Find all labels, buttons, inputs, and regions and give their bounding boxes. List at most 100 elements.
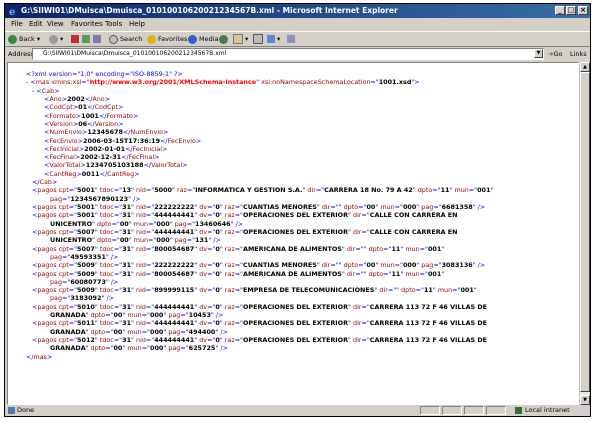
xml-token: nid bbox=[133, 211, 146, 220]
xml-line: <pagos cpt="5001" tdoc="31" nid="2222222… bbox=[8, 203, 568, 211]
edit-button[interactable]: ▾ bbox=[267, 34, 280, 45]
scroll-thumb[interactable] bbox=[580, 72, 590, 392]
xml-token: =" bbox=[113, 319, 123, 328]
xml-token: </ bbox=[26, 352, 34, 361]
mail-button[interactable]: ▾ bbox=[233, 34, 248, 45]
xml-token: =" bbox=[432, 186, 441, 195]
xml-token: tdoc bbox=[97, 286, 114, 295]
go-button[interactable]: ➜Go bbox=[548, 49, 562, 59]
xml-token: raz bbox=[222, 269, 235, 278]
xml-token: =" bbox=[145, 336, 155, 344]
xml-token: 444444441 bbox=[154, 227, 195, 236]
links-button[interactable]: Links bbox=[570, 49, 587, 59]
xml-token: cpt bbox=[56, 302, 69, 311]
discuss-button[interactable] bbox=[287, 34, 297, 45]
xml-token: tdoc bbox=[97, 227, 114, 236]
xml-token: CARRERA 113 72 F 46 VILLAS DE bbox=[369, 302, 488, 311]
menu-view[interactable]: View bbox=[47, 18, 64, 31]
xml-token: 625725 bbox=[188, 344, 216, 353]
menu-favorites[interactable]: Favorites bbox=[71, 18, 103, 31]
security-zone: Local intranet bbox=[525, 406, 570, 414]
xml-token: 000 bbox=[402, 203, 417, 211]
xml-token: =" bbox=[81, 78, 90, 87]
xml-token: pagos bbox=[37, 211, 57, 220]
xml-token: " /> bbox=[215, 344, 228, 353]
stop-button[interactable] bbox=[71, 34, 81, 45]
xml-token: 5007 bbox=[77, 227, 95, 236]
xml-token: 1001.xsd bbox=[378, 78, 412, 87]
xml-line: </Cab> bbox=[8, 178, 568, 186]
xml-token: dir bbox=[350, 336, 362, 344]
xml-token: pagos bbox=[37, 286, 57, 295]
maximize-button[interactable]: □ bbox=[566, 6, 576, 15]
xml-token: 49593351 bbox=[70, 252, 106, 261]
refresh-button[interactable] bbox=[82, 34, 92, 45]
xml-line: <pagos cpt="5009" tdoc="31" nid="8999991… bbox=[8, 286, 568, 294]
back-arrow-icon bbox=[8, 34, 17, 44]
xml-token: > bbox=[162, 144, 168, 153]
favorites-button[interactable]: Favorites bbox=[147, 34, 187, 45]
favorites-star-icon bbox=[147, 34, 156, 44]
search-button[interactable]: Search bbox=[109, 34, 142, 45]
ie-logo-icon: e bbox=[9, 7, 15, 16]
xml-token: > bbox=[163, 128, 169, 137]
minimize-button[interactable]: _ bbox=[555, 6, 565, 15]
xml-token: =" bbox=[361, 227, 370, 236]
xml-token: EMPRESA DE TELECOMUNICACIONES bbox=[243, 286, 375, 295]
history-button[interactable] bbox=[219, 34, 230, 45]
status-text: Done bbox=[17, 406, 35, 414]
xml-line[interactable]: - <mas xmlns:xsi="http://www.w3.org/2001… bbox=[8, 78, 568, 86]
xml-token: =" bbox=[68, 203, 78, 211]
xml-token: mun bbox=[125, 311, 142, 320]
xml-token: =" bbox=[113, 227, 123, 236]
xml-token: 60080773 bbox=[70, 277, 106, 286]
back-button[interactable]: Back ▾ bbox=[8, 34, 40, 45]
menu-tools[interactable]: Tools bbox=[105, 18, 122, 31]
address-input[interactable]: G:\SIIWI01\DMuisca\Dmuisca_0101001062002… bbox=[32, 48, 544, 60]
xml-token: dv bbox=[197, 319, 208, 328]
menu-edit[interactable]: Edit bbox=[29, 18, 43, 31]
home-icon bbox=[93, 35, 101, 43]
xml-line: <NumEnvio>12345678</NumEnvio> bbox=[8, 128, 568, 136]
home-button[interactable] bbox=[93, 34, 103, 45]
xml-token: 5001 bbox=[77, 211, 95, 220]
xml-token: 10453 bbox=[188, 311, 211, 320]
scroll-down-button[interactable]: ▼ bbox=[580, 395, 590, 405]
xml-token: raz bbox=[174, 186, 187, 195]
xml-token: pag bbox=[50, 252, 63, 261]
xml-token: nid bbox=[133, 319, 146, 328]
forward-button[interactable]: ▾ bbox=[49, 34, 63, 45]
print-button[interactable] bbox=[253, 34, 265, 45]
menu-file[interactable]: File bbox=[11, 18, 23, 31]
xml-token: =" bbox=[68, 227, 78, 236]
xml-token: dir bbox=[305, 186, 316, 195]
xml-token: 000 bbox=[150, 327, 164, 336]
xml-token: =" bbox=[234, 261, 243, 270]
close-button[interactable]: × bbox=[578, 6, 588, 15]
xml-token: 5009 bbox=[77, 261, 95, 270]
menu-help[interactable]: Help bbox=[129, 18, 145, 31]
xml-token: raz bbox=[222, 203, 235, 211]
xml-line: <pagos cpt="5007" tdoc="31" nid="4444444… bbox=[8, 228, 568, 236]
xml-token: FecInicial bbox=[49, 144, 79, 153]
address-dropdown-button[interactable]: ▼ bbox=[534, 49, 543, 58]
xml-token: pagos bbox=[37, 186, 57, 195]
scroll-up-button[interactable]: ▲ bbox=[580, 62, 590, 72]
xml-token: =" bbox=[68, 286, 78, 295]
xml-line[interactable]: - <Cab> bbox=[8, 87, 568, 95]
xml-token: =" bbox=[68, 186, 78, 195]
media-button[interactable]: Media bbox=[188, 34, 219, 45]
xml-token: =" bbox=[113, 261, 123, 270]
xml-token: tdoc bbox=[97, 269, 114, 278]
xml-token: 00 bbox=[366, 203, 376, 211]
xml-token: 444444441 bbox=[154, 319, 195, 328]
xml-line: <Version>06</Version> bbox=[8, 120, 568, 128]
xml-line: <pagos cpt="5012" tdoc="31" nid="4444444… bbox=[8, 336, 568, 344]
xml-line: <pagos cpt="5001" tdoc="31" nid="4444444… bbox=[8, 211, 568, 219]
xml-token: FecInicial bbox=[132, 144, 163, 153]
xml-token: 1001 bbox=[81, 111, 99, 120]
xml-token: 001 bbox=[427, 269, 442, 278]
xml-token: <?xml version="1.0" encoding="ISO-8859-1… bbox=[26, 70, 183, 78]
xml-line: <FecFinal>2002-12-31</FecFinal> bbox=[8, 153, 568, 161]
vertical-scrollbar[interactable]: ▲ ▼ bbox=[579, 62, 590, 405]
